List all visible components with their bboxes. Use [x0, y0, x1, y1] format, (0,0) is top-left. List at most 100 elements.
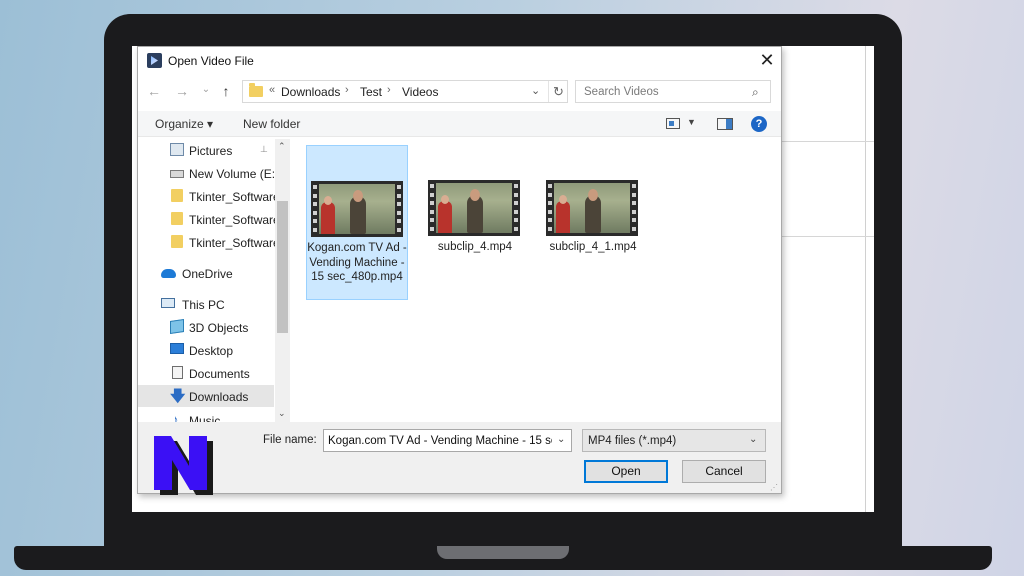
breadcrumb-separator-icon[interactable]: › — [345, 84, 349, 96]
scroll-thumb[interactable] — [277, 201, 288, 333]
search-input[interactable]: Search Videos ⌕ — [575, 80, 771, 103]
scroll-down-icon[interactable]: ⌄ — [278, 408, 286, 419]
film-sprocket — [514, 209, 518, 214]
film-sprocket — [430, 192, 434, 197]
video-thumbnail-icon — [428, 180, 520, 236]
n-logo — [154, 436, 213, 495]
refresh-icon[interactable]: ↻ — [548, 81, 568, 102]
help-icon[interactable]: ? — [751, 116, 767, 132]
forward-arrow-icon[interactable]: → — [174, 83, 190, 99]
file-name-value: Kogan.com TV Ad - Vending Machine - 15 s… — [328, 435, 552, 447]
documents-icon — [172, 366, 183, 379]
cancel-button[interactable]: Cancel — [682, 460, 766, 483]
music-icon: ♪ — [172, 412, 179, 422]
sidebar-item-new-volume[interactable]: New Volume (E:) — [138, 162, 279, 184]
film-sprocket — [548, 226, 552, 231]
file-item[interactable]: subclip_4.mp4 — [424, 145, 526, 300]
folder-icon — [171, 212, 183, 225]
scroll-up-icon[interactable]: ⌃ — [278, 141, 286, 152]
navigation-pane: Pictures ⊥ New Volume (E:) Tkinter_Softw… — [138, 139, 290, 422]
film-sprocket — [313, 210, 317, 215]
sidebar-item-documents[interactable]: Documents — [138, 362, 274, 384]
up-arrow-icon[interactable]: ↑ — [218, 83, 234, 99]
chevron-down-icon[interactable]: ⌄ — [557, 434, 565, 445]
breadcrumb-test[interactable]: Test — [360, 85, 382, 99]
sidebar-item-label: This PC — [182, 298, 225, 312]
file-item[interactable]: Kogan.com TV Ad - Vending Machine - 15 s… — [306, 145, 408, 300]
sidebar-item-label: Music — [189, 414, 221, 422]
address-bar[interactable]: « Downloads › Test › Videos ⌄ ↻ — [242, 80, 568, 103]
command-toolbar: Organize ▾ New folder ▼ ? — [138, 111, 781, 137]
video-thumbnail-icon — [311, 181, 403, 237]
film-sprocket — [632, 192, 636, 197]
chevron-down-icon[interactable]: ⌄ — [749, 434, 757, 445]
sidebar-item-tkinter-software[interactable]: Tkinter_Software — [138, 231, 280, 253]
breadcrumb-overflow-icon[interactable]: « — [269, 84, 275, 96]
sidebar-item-label: New Volume (E:) — [189, 167, 280, 181]
film-sprocket — [548, 184, 552, 188]
sidebar-item-tkinter-software[interactable]: Tkinter_Software — [138, 208, 280, 230]
dialog-titlebar[interactable]: Open Video File ✕ — [138, 47, 781, 75]
download-arrow-icon: 🡇 — [170, 388, 186, 405]
film-sprocket — [313, 202, 317, 206]
file-item[interactable]: subclip_4_1.mp4 — [542, 145, 644, 300]
breadcrumb-downloads[interactable]: Downloads — [281, 85, 340, 99]
resize-grip-icon[interactable]: ⋰ — [770, 483, 778, 492]
sidebar-item-music[interactable]: ♪ Music — [138, 409, 274, 422]
file-name-field[interactable]: Kogan.com TV Ad - Vending Machine - 15 s… — [323, 429, 572, 452]
film-sprocket — [548, 209, 552, 214]
app-icon — [147, 53, 162, 68]
film-sprocket — [313, 185, 317, 189]
view-dropdown-icon[interactable]: ▼ — [687, 117, 696, 127]
address-dropdown-icon[interactable]: ⌄ — [531, 84, 540, 97]
sidebar-item-label: Tkinter_Software — [189, 213, 280, 227]
view-mode-icon[interactable] — [666, 118, 680, 129]
sidebar-item-3d-objects[interactable]: 3D Objects — [138, 316, 274, 338]
open-button[interactable]: Open — [584, 460, 668, 483]
laptop-screen: Open Video File ✕ ← → ⌄ ↑ « Downloads › … — [132, 46, 874, 512]
film-sprocket — [548, 218, 552, 222]
sidebar-item-desktop[interactable]: Desktop — [138, 339, 274, 361]
film-sprocket — [397, 202, 401, 206]
laptop-notch — [437, 546, 569, 559]
sidebar-item-onedrive[interactable]: OneDrive — [138, 262, 274, 284]
film-sprocket — [514, 192, 518, 197]
sidebar-item-downloads[interactable]: 🡇 Downloads — [138, 385, 274, 407]
file-name: Kogan.com TV Ad - Vending Machine - 15 s… — [307, 242, 407, 283]
file-name: subclip_4_1.mp4 — [549, 241, 637, 253]
new-folder-button[interactable]: New folder — [243, 117, 300, 131]
preview-pane-icon[interactable] — [717, 118, 733, 130]
sidebar-item-this-pc[interactable]: This PC — [138, 293, 274, 315]
breadcrumb-separator-icon[interactable]: › — [387, 84, 391, 96]
recent-locations-icon[interactable]: ⌄ — [198, 84, 214, 95]
sidebar-item-label: Tkinter_Software — [189, 190, 280, 204]
film-sprocket — [430, 184, 434, 188]
film-sprocket — [397, 185, 401, 189]
film-sprocket — [632, 201, 636, 205]
sidebar-item-label: Downloads — [189, 390, 249, 404]
file-type-value: MP4 files (*.mp4) — [588, 435, 677, 447]
film-sprocket — [430, 218, 434, 222]
background-window-divider — [865, 46, 866, 512]
video-thumbnail-icon — [546, 180, 638, 236]
search-icon[interactable]: ⌕ — [752, 85, 759, 100]
film-sprocket — [397, 193, 401, 198]
organize-button[interactable]: Organize ▾ — [155, 117, 213, 131]
sidebar-item-label: Pictures — [189, 144, 233, 158]
pc-icon — [161, 298, 175, 308]
sidebar-item-label: Documents — [189, 367, 250, 381]
drive-icon — [170, 170, 184, 178]
file-name-label: File name: — [263, 434, 317, 446]
film-sprocket — [548, 201, 552, 205]
film-sprocket — [397, 227, 401, 232]
film-sprocket — [514, 218, 518, 222]
breadcrumb-videos[interactable]: Videos — [402, 85, 438, 99]
close-icon[interactable]: ✕ — [758, 51, 776, 69]
back-arrow-icon[interactable]: ← — [146, 83, 162, 99]
file-type-select[interactable]: MP4 files (*.mp4) ⌄ — [582, 429, 766, 452]
sidebar-item-label: Tkinter_Software — [189, 236, 280, 250]
sidebar-item-pictures[interactable]: Pictures ⊥ — [138, 139, 274, 161]
sidebar-item-tkinter-software[interactable]: Tkinter_Software — [138, 185, 280, 207]
sidebar-scrollbar[interactable]: ⌃ ⌄ — [275, 139, 290, 422]
film-sprocket — [548, 192, 552, 197]
